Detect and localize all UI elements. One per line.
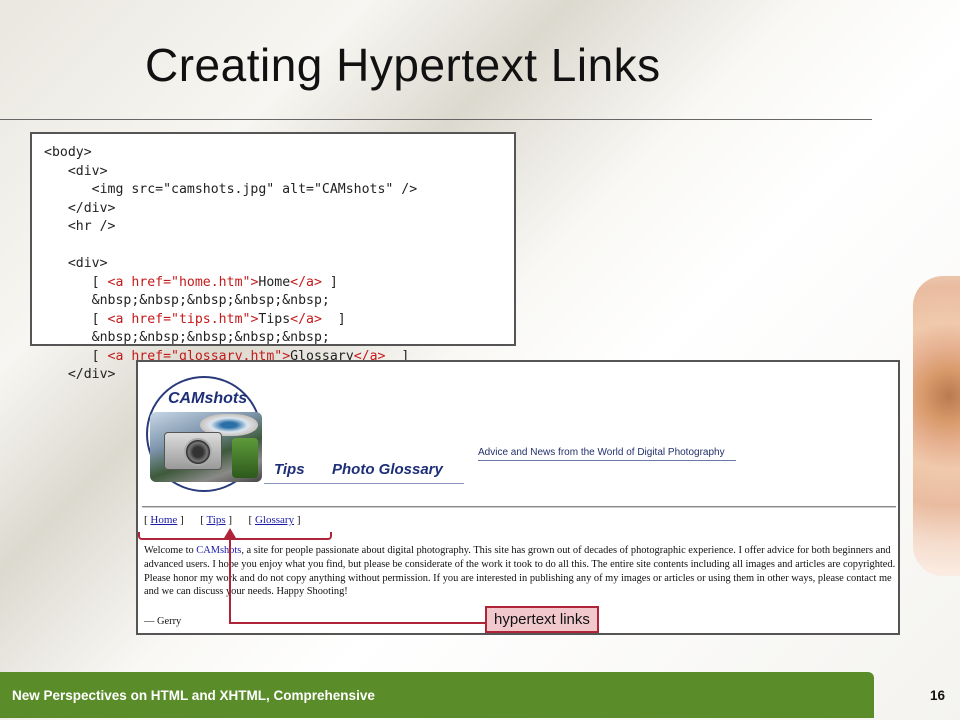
code-token: &nbsp;&nbsp;&nbsp;&nbsp;&nbsp;: [44, 330, 330, 345]
camera-lens-icon: [184, 438, 212, 466]
code-sample: <body> <div> <img src="camshots.jpg" alt…: [30, 132, 516, 382]
code-line: <img src="camshots.jpg" alt="CAMshots" /…: [44, 181, 514, 200]
welcome-text: Welcome to: [144, 545, 197, 556]
code-token: </div>: [44, 367, 116, 382]
nav-links: [ Home ] [ Tips ] [ Glossary ]: [144, 514, 301, 526]
code-line: </div>: [44, 200, 514, 219]
title-divider: [0, 119, 872, 120]
code-token: </div>: [44, 200, 116, 216]
code-token: Tips: [258, 311, 291, 327]
landscape-image: [232, 438, 258, 478]
code-token: <div>: [44, 256, 108, 271]
home-link[interactable]: Home: [150, 514, 177, 526]
code-line: <hr />: [44, 218, 514, 237]
welcome-paragraph: Welcome to CAMshots, a site for people p…: [144, 544, 896, 599]
tips-link[interactable]: Tips: [206, 514, 225, 526]
bracket-close: ]: [294, 514, 301, 526]
welcome-text: , a site for people passionate about dig…: [144, 545, 896, 598]
bracket-close: ]: [225, 514, 249, 526]
browser-preview: CAMshots Advice and News from the World …: [136, 360, 900, 635]
code-token: </a>: [290, 311, 322, 327]
code-line: &nbsp;&nbsp;&nbsp;&nbsp;&nbsp;: [44, 329, 514, 348]
flower-decoration: [913, 276, 960, 576]
code-token: ]: [321, 274, 338, 290]
bracket-close: ]: [177, 514, 201, 526]
code-token: &nbsp;&nbsp;&nbsp;&nbsp;&nbsp;: [44, 293, 330, 308]
camshots-link[interactable]: CAMshots: [196, 545, 241, 556]
code-line: <div>: [44, 163, 514, 182]
signature: — Gerry: [144, 616, 182, 627]
code-token: Home: [258, 274, 291, 290]
code-token: <body>: [44, 145, 92, 160]
code-line: <div>: [44, 255, 514, 274]
code-token: </a>: [290, 274, 322, 290]
glossary-link[interactable]: Glossary: [255, 514, 294, 526]
callout-line: [229, 622, 485, 624]
hypertext-links-callout: hypertext links: [485, 606, 599, 633]
logo-text: CAMshots: [168, 390, 248, 407]
code-token: ]: [321, 311, 346, 327]
code-line: <body>: [44, 144, 514, 163]
code-token: <a href="tips.htm">: [107, 311, 259, 327]
code-token: <a href="home.htm">: [107, 274, 259, 290]
code-line: &nbsp;&nbsp;&nbsp;&nbsp;&nbsp;: [44, 292, 514, 311]
code-token: [: [44, 274, 108, 290]
photo-glossary-banner-link[interactable]: Photo Glossary: [332, 461, 443, 478]
code-token: <div>: [44, 163, 108, 179]
tips-banner-link[interactable]: Tips: [274, 461, 305, 478]
code-line: [ <a href="tips.htm">Tips</a> ]: [44, 311, 514, 330]
site-tagline: Advice and News from the World of Digita…: [478, 447, 736, 461]
code-token: <img src="camshots.jpg" alt="CAMshots" /…: [44, 182, 418, 197]
callout-line: [229, 534, 231, 624]
footer-text: New Perspectives on HTML and XHTML, Comp…: [12, 688, 375, 703]
code-line: [ <a href="home.htm">Home</a> ]: [44, 274, 514, 293]
code-token: [: [44, 311, 108, 327]
banner-divider: [264, 483, 464, 484]
page-number: 16: [930, 688, 946, 703]
horizontal-rule: [142, 506, 896, 508]
slide-title: Creating Hypertext Links: [145, 39, 661, 91]
code-token: [: [44, 348, 108, 364]
code-token: <hr />: [44, 219, 116, 234]
